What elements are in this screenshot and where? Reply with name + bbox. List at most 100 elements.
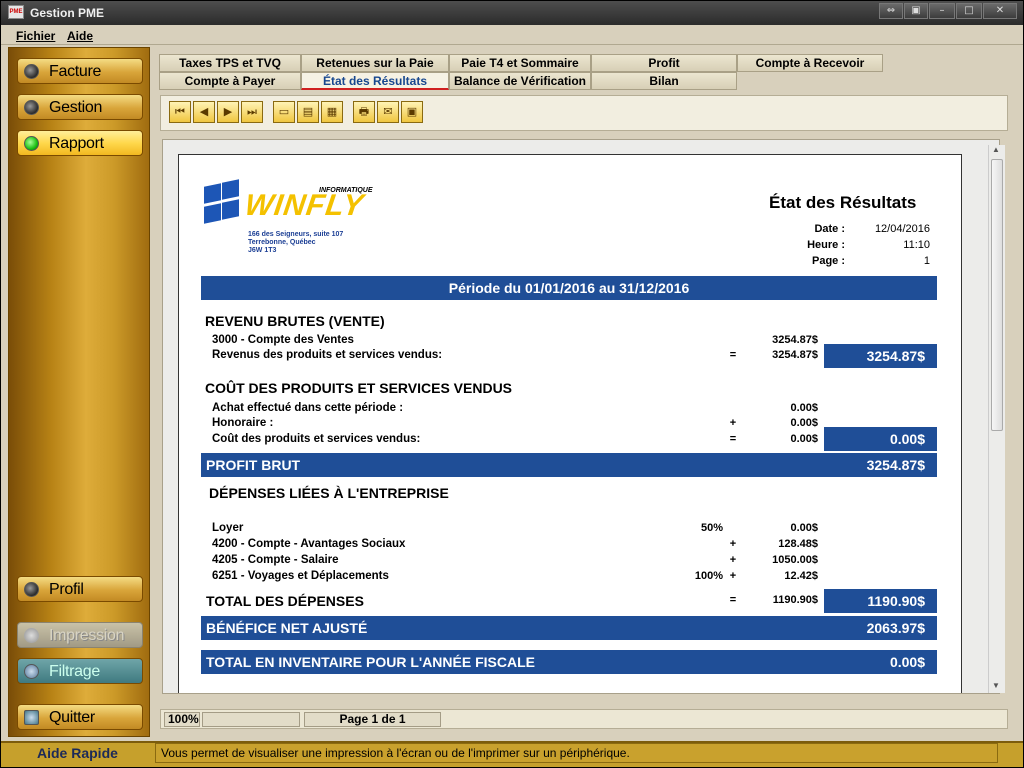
status-cell [202, 712, 300, 727]
restore-icon[interactable]: ⇔ [879, 3, 903, 19]
next-page-icon[interactable]: ▶ [217, 101, 239, 123]
menu-bar: Fichier Aide [1, 26, 1023, 45]
expense-label: 4200 - Compte - Avantages Sociaux [212, 538, 406, 550]
one-page-icon[interactable]: ▭ [273, 101, 295, 123]
tab-compte-payer[interactable]: Compte à Payer [159, 72, 301, 90]
period-band: Période du 01/01/2016 au 31/12/2016 [201, 276, 937, 300]
sidebar-item-label: Impression [49, 627, 125, 644]
tab-balance[interactable]: Balance de Vérification [449, 72, 591, 90]
tab-taxes[interactable]: Taxes TPS et TVQ [159, 54, 301, 72]
quick-help-message: Vous permet de visualiser une impression… [155, 743, 998, 763]
tab-retenues[interactable]: Retenues sur la Paie [301, 54, 449, 72]
section-heading: REVENU BRUTES (VENTE) [205, 313, 385, 329]
cogs-amount: 0.00$ [790, 433, 818, 445]
inventory-label: TOTAL EN INVENTAIRE POUR L'ANNÉE FISCALE [206, 654, 535, 670]
time-label: Heure : [807, 239, 845, 251]
tab-bilan[interactable]: Bilan [591, 72, 737, 90]
report-toolbar: ⏮ ◀ ▶ ⏭ ▭ ▤ ▦ 🖶 ✉ ▣ [160, 95, 1008, 131]
exit-icon [24, 710, 39, 725]
scroll-down-icon[interactable]: ▼ [992, 681, 1000, 690]
expense-amount: 0.00$ [790, 522, 818, 534]
sidebar-item-filtrage[interactable]: Filtrage [17, 658, 143, 684]
menu-aide[interactable]: Aide [67, 29, 93, 43]
sidebar-item-quitter[interactable]: Quitter [17, 704, 143, 730]
system-icon[interactable]: ▣ [904, 3, 928, 19]
logo-square-icon [204, 203, 221, 224]
date-value: 12/04/2016 [874, 223, 930, 235]
net-profit-amount: 2063.97$ [866, 620, 925, 636]
logo-square-icon [222, 179, 239, 200]
vertical-scrollbar[interactable]: ▲ ▼ [988, 145, 1005, 693]
window-title: Gestion PME [30, 6, 105, 20]
sidebar-item-impression[interactable]: Impression [17, 622, 143, 648]
scroll-up-icon[interactable]: ▲ [992, 145, 1000, 154]
total-expenses-amount: 1190.90$ [772, 594, 818, 606]
app-icon: PME [8, 5, 24, 19]
active-led-icon [24, 136, 39, 151]
report-title: État des Résultats [769, 193, 917, 212]
expense-amount: 128.48$ [778, 538, 818, 550]
section-heading: DÉPENSES LIÉES À L'ENTREPRISE [209, 485, 449, 501]
sidebar: Facture Gestion Rapport Profil Impressio… [8, 47, 150, 737]
expense-pct: 100% [694, 570, 723, 582]
address-line: J6W 1T3 [248, 247, 277, 254]
expense-pct: 50% [700, 522, 723, 534]
app-window: PME Gestion PME ⇔ ▣ – □ ✕ Fichier Aide F… [0, 0, 1024, 768]
menu-fichier[interactable]: Fichier [16, 29, 55, 43]
title-bar[interactable]: PME Gestion PME ⇔ ▣ – □ ✕ [1, 1, 1023, 25]
sidebar-item-label: Rapport [49, 135, 104, 152]
tab-etat-resultats[interactable]: État des Résultats [301, 72, 449, 90]
last-page-icon[interactable]: ⏭ [241, 101, 263, 123]
first-page-icon[interactable]: ⏮ [169, 101, 191, 123]
minimize-button[interactable]: – [929, 3, 955, 19]
filter-icon [24, 664, 39, 679]
operator: = [729, 594, 737, 606]
close-button[interactable]: ✕ [983, 3, 1017, 19]
date-label: Date : [814, 223, 845, 235]
net-profit-band: BÉNÉFICE NET AJUSTÉ 2063.97$ [201, 616, 937, 640]
sidebar-item-rapport[interactable]: Rapport [17, 130, 143, 156]
page-width-icon[interactable]: ▤ [297, 101, 319, 123]
report-viewer[interactable]: INFORMATIQUE WINFLY 166 des Seigneurs, s… [162, 139, 1000, 694]
total-expenses-box: 1190.90$ [824, 589, 937, 613]
expense-amount: 12.42$ [784, 570, 818, 582]
revenue-amount: 3254.87$ [772, 334, 818, 346]
email-icon[interactable]: ✉ [377, 101, 399, 123]
tab-compte-recevoir[interactable]: Compte à Recevoir [737, 54, 883, 72]
prev-page-icon[interactable]: ◀ [193, 101, 215, 123]
operator: + [729, 570, 737, 582]
expense-label: 4205 - Compte - Salaire [212, 554, 339, 566]
cogs-amount: 0.00$ [790, 417, 818, 429]
main-content: Taxes TPS et TVQ Retenues sur la Paie Pa… [151, 47, 1017, 737]
total-expenses-label: TOTAL DES DÉPENSES [206, 593, 364, 609]
sidebar-item-label: Filtrage [49, 663, 100, 680]
zoom-level: 100% [164, 712, 200, 727]
tab-profit[interactable]: Profit [591, 54, 737, 72]
sidebar-item-facture[interactable]: Facture [17, 58, 143, 84]
net-profit-label: BÉNÉFICE NET AJUSTÉ [206, 620, 368, 636]
inventory-amount: 0.00$ [889, 654, 925, 670]
operator: = [729, 433, 737, 445]
section-heading: COÛT DES PRODUITS ET SERVICES VENDUS [205, 380, 513, 396]
operator: + [729, 538, 737, 550]
sidebar-item-gestion[interactable]: Gestion [17, 94, 143, 120]
multi-page-icon[interactable]: ▦ [321, 101, 343, 123]
revenue-line: 3000 - Compte des Ventes [212, 334, 354, 346]
report-page: INFORMATIQUE WINFLY 166 des Seigneurs, s… [178, 154, 962, 693]
status-led-icon [24, 100, 39, 115]
inventory-band: TOTAL EN INVENTAIRE POUR L'ANNÉE FISCALE… [201, 650, 937, 674]
status-led-icon [24, 582, 39, 597]
maximize-button[interactable]: □ [956, 3, 982, 19]
logo-square-icon [204, 183, 221, 204]
save-icon[interactable]: ▣ [401, 101, 423, 123]
expense-amount: 1050.00$ [772, 554, 818, 566]
sidebar-item-profil[interactable]: Profil [17, 576, 143, 602]
gross-profit-band: PROFIT BRUT 3254.87$ [201, 453, 937, 477]
operator: = [729, 349, 737, 361]
scroll-thumb[interactable] [991, 159, 1003, 431]
cogs-amount: 0.00$ [790, 402, 818, 414]
print-icon[interactable]: 🖶 [353, 101, 375, 123]
sidebar-item-label: Facture [49, 63, 102, 80]
tab-paie-t4[interactable]: Paie T4 et Sommaire [449, 54, 591, 72]
address-line: Terrebonne, Québec [248, 239, 316, 246]
